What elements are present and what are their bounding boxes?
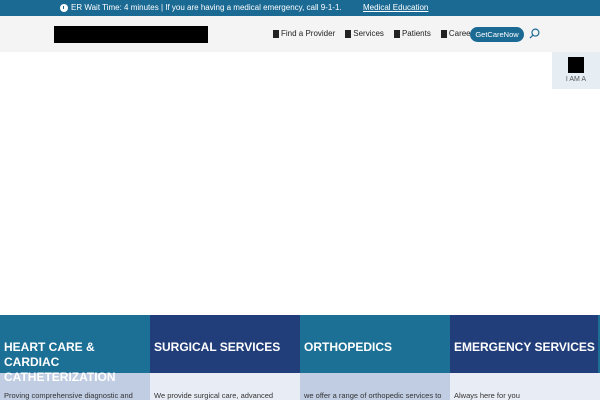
i-am-a-widget[interactable]: I AM A [552,52,600,89]
provider-icon [273,30,279,38]
nav-find-a-provider[interactable]: Find a Provider [273,28,335,40]
i-am-a-label: I AM A [565,76,587,83]
get-care-now-button[interactable]: GetCareNow [470,27,524,42]
tile-title: EMERGENCY SERVICES [450,315,600,373]
i-am-a-icon [568,57,584,73]
nav-services[interactable]: Services [345,28,384,40]
tile-text: we offer a range of orthopedic services … [300,373,450,400]
tile-emergency-services[interactable]: EMERGENCY SERVICES Always here for you [450,315,600,400]
tile-title: ORTHOPEDICS [300,315,450,373]
er-wait-time-text: ER Wait Time: 4 minutes | If you are hav… [71,3,342,12]
search-icon[interactable] [529,28,540,39]
tile-title: HEART CARE & CARDIAC CATHETERIZATION [0,315,150,384]
clock-icon [60,4,68,12]
tile-title: SURGICAL SERVICES [150,315,300,373]
nav-patients[interactable]: Patients [393,28,431,40]
tile-surgical-services[interactable]: SURGICAL SERVICES We provide surgical ca… [150,315,300,400]
tile-text: Always here for you [450,373,600,400]
service-tiles: HEART CARE & CARDIAC CATHETERIZATION Pro… [0,315,600,400]
main-nav: Find a Provider Services Patients Career… [273,28,477,40]
nav-label: Services [353,29,384,38]
medical-education-link[interactable]: Medical Education [363,0,428,16]
nav-label: Find a Provider [281,29,336,38]
careers-icon [440,30,447,38]
logo[interactable] [54,26,208,43]
tile-heart-care[interactable]: HEART CARE & CARDIAC CATHETERIZATION Pro… [0,315,150,400]
alert-bar: ER Wait Time: 4 minutes | If you are hav… [0,0,600,16]
tile-orthopedics[interactable]: ORTHOPEDICS we offer a range of orthoped… [300,315,450,400]
services-icon [345,30,352,38]
patients-icon [393,30,400,38]
tile-text: We provide surgical care, advanced [150,373,300,400]
site-header: Find a Provider Services Patients Career… [0,16,600,52]
nav-label: Patients [401,29,431,38]
